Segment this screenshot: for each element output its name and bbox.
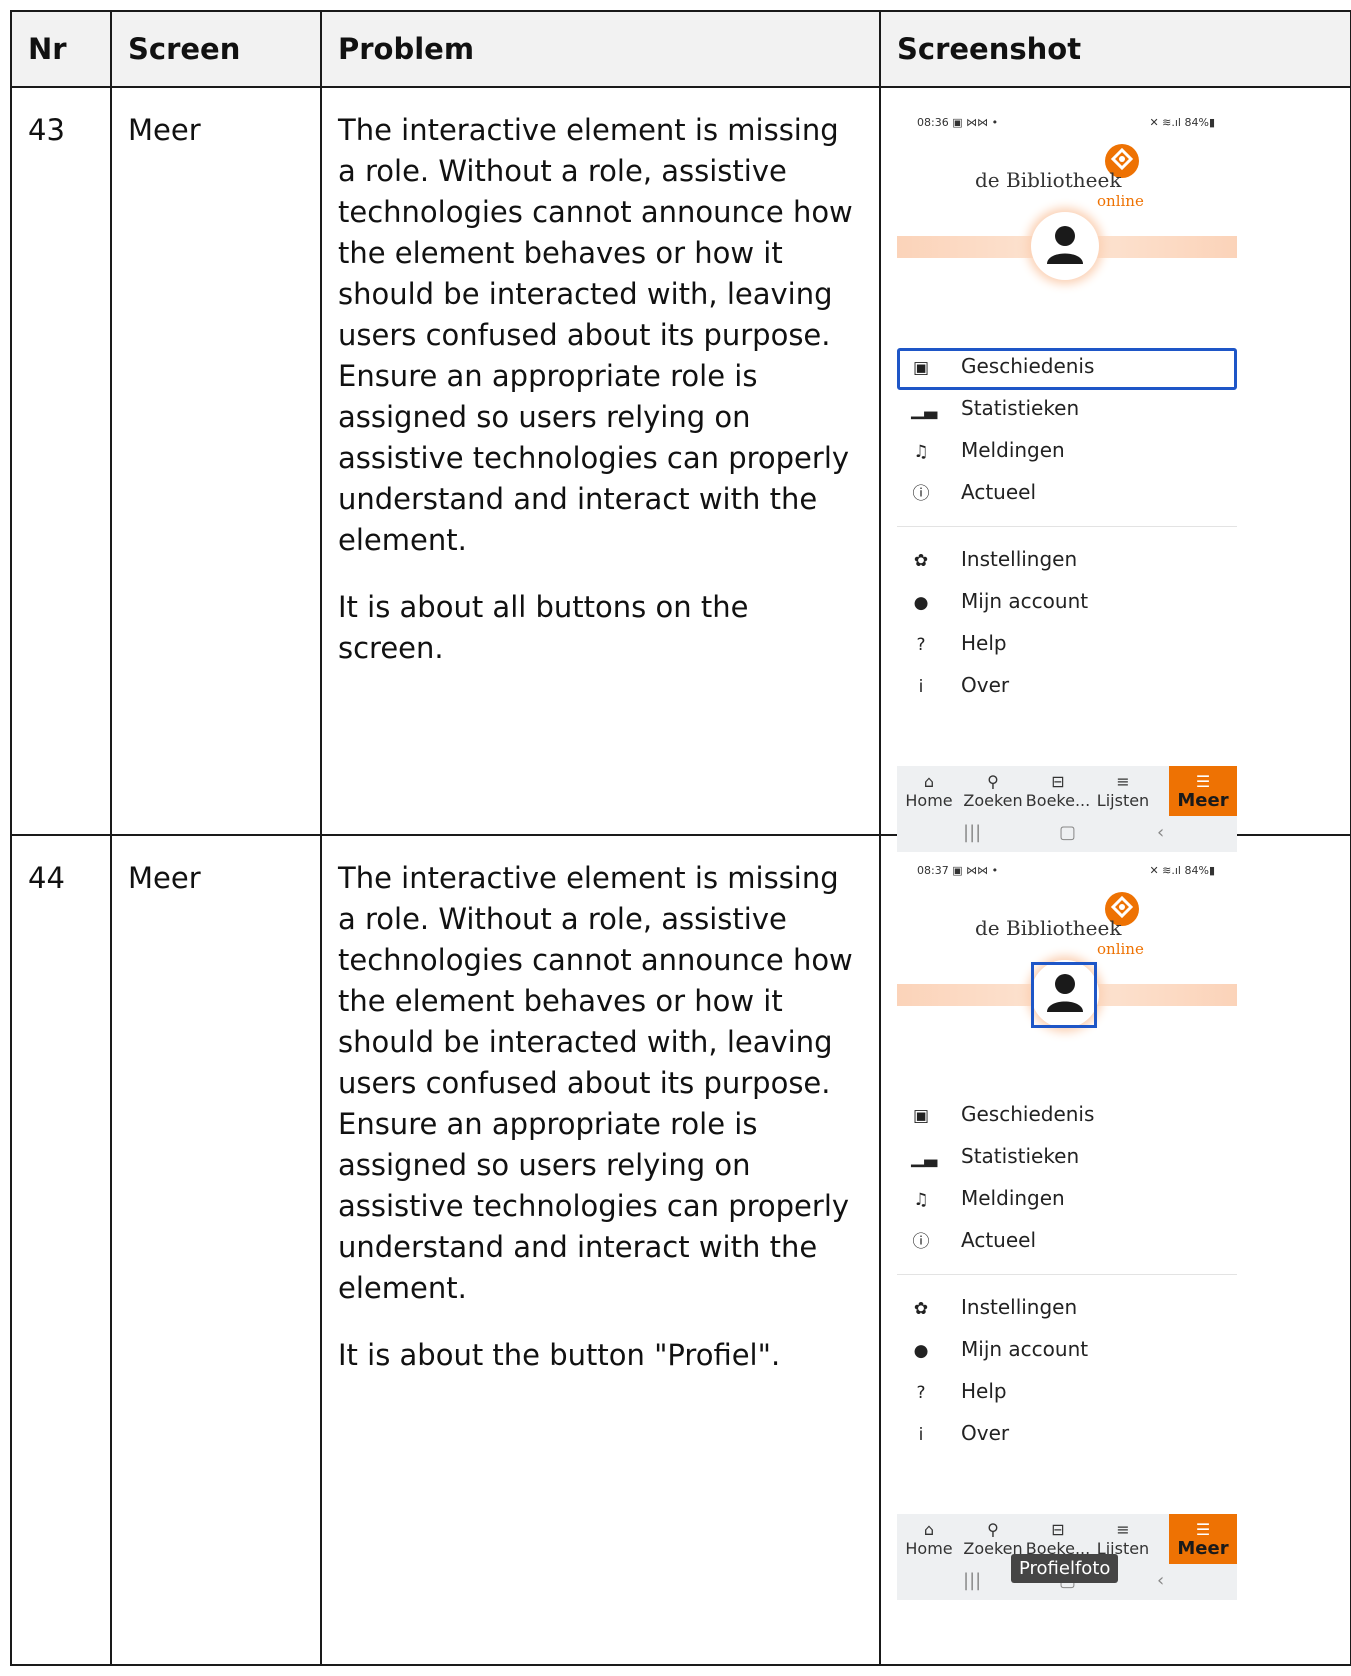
menu-item-statistieken[interactable]: ▁▃ Statistieken bbox=[897, 390, 1237, 432]
list-icon: ≡ bbox=[1116, 1520, 1130, 1539]
status-icons: ✕ ≋.ıl 84%▮ bbox=[1149, 116, 1215, 129]
issues-table: Nr Screen Problem Screenshot 43 Meer The… bbox=[10, 10, 1351, 1666]
bar-chart-icon: ▁▃ bbox=[911, 400, 938, 420]
search-icon: ⚲ bbox=[987, 1520, 999, 1539]
search-icon: ⚲ bbox=[987, 772, 999, 791]
help-icon: ? bbox=[916, 635, 926, 655]
cell-nr: 43 bbox=[10, 86, 112, 836]
gear-icon: ✿ bbox=[913, 1299, 929, 1319]
col-header-screen: Screen bbox=[110, 10, 322, 88]
more-menu: ▣ Geschiedenis ▁▃ Statistieken ♫ Meldingen … bbox=[897, 348, 1237, 709]
tab-home[interactable]: ⌂ Home bbox=[897, 1514, 961, 1564]
cell-screenshot: 08:37 ▣ ⋈⋈ • ✕ ≋.ıl 84%▮ de Bibliotheek … bbox=[879, 834, 1351, 1666]
info-icon: i bbox=[918, 1425, 924, 1445]
bell-icon: ♫ bbox=[913, 1190, 929, 1210]
book-icon: ⊟ bbox=[1051, 772, 1065, 791]
logo-text: de Bibliotheek bbox=[975, 168, 1122, 192]
home-icon: ⌂ bbox=[923, 1520, 935, 1539]
recent-apps-icon[interactable]: ||| bbox=[963, 1570, 981, 1591]
avatar-icon bbox=[1047, 226, 1083, 264]
user-icon: ● bbox=[913, 593, 929, 613]
status-time: 08:36 ▣ ⋈⋈ • bbox=[917, 116, 999, 129]
menu-icon: ☰ bbox=[1195, 772, 1211, 791]
menu-icon: ☰ bbox=[1195, 1520, 1211, 1539]
status-bar: 08:37 ▣ ⋈⋈ • ✕ ≋.ıl 84%▮ bbox=[897, 862, 1237, 878]
menu-item-geschiedenis[interactable]: ▣ Geschiedenis bbox=[897, 1096, 1237, 1138]
user-icon: ● bbox=[913, 1341, 929, 1361]
bottom-tab-bar: ⌂ Home ⚲ Zoeken ⊟ Boeke... ≡ Lijsten ☰ Meer bbox=[897, 766, 1237, 816]
bell-icon: ♫ bbox=[913, 442, 929, 462]
list-icon: ≡ bbox=[1116, 772, 1130, 791]
col-header-screenshot: Screenshot bbox=[879, 10, 1351, 88]
alert-circle-icon: ⓘ bbox=[912, 1232, 930, 1252]
bar-chart-icon: ▁▃ bbox=[911, 1148, 938, 1168]
bibliotheek-logo: de Bibliotheek online bbox=[975, 890, 1175, 960]
info-icon: i bbox=[918, 677, 924, 697]
logo-subtext: online bbox=[1097, 192, 1144, 210]
alert-circle-icon: ⓘ bbox=[912, 484, 930, 504]
cell-screen: Meer bbox=[110, 86, 322, 836]
problem-text: The interactive element is missing a rol… bbox=[338, 113, 853, 557]
help-icon: ? bbox=[916, 1383, 926, 1403]
menu-item-over[interactable]: i Over bbox=[897, 667, 1237, 709]
more-menu: ▣ Geschiedenis ▁▃ Statistieken ♫ Meldingen … bbox=[897, 1096, 1237, 1457]
table-row: 43 Meer The interactive element is missi… bbox=[10, 86, 1351, 852]
cell-problem: The interactive element is missing a rol… bbox=[320, 834, 881, 1666]
logo-subtext: online bbox=[1097, 940, 1144, 958]
tab-meer[interactable]: ☰ Meer bbox=[1169, 1514, 1237, 1564]
table-row: 44 Meer The interactive element is missi… bbox=[10, 834, 1351, 1666]
problem-note: It is about the button "Profiel". bbox=[338, 1338, 781, 1372]
menu-item-meldingen[interactable]: ♫ Meldingen bbox=[897, 432, 1237, 474]
gear-icon: ✿ bbox=[913, 551, 929, 571]
menu-item-statistieken[interactable]: ▁▃ Statistieken bbox=[897, 1138, 1237, 1180]
home-icon: ⌂ bbox=[923, 772, 935, 791]
problem-note: It is about all buttons on the screen. bbox=[338, 590, 749, 665]
tab-home[interactable]: ⌂ Home bbox=[897, 766, 961, 816]
tab-lijsten[interactable]: ≡ Lijsten bbox=[1091, 766, 1155, 816]
problem-text: The interactive element is missing a rol… bbox=[338, 861, 853, 1305]
back-icon[interactable]: ‹ bbox=[1157, 1570, 1164, 1591]
tooltip: Profielfoto bbox=[1011, 1554, 1119, 1583]
tab-meer[interactable]: ☰ Meer bbox=[1169, 766, 1237, 816]
menu-item-help[interactable]: ? Help bbox=[897, 1373, 1237, 1415]
menu-item-geschiedenis[interactable]: ▣ Geschiedenis bbox=[897, 348, 1237, 390]
status-time: 08:37 ▣ ⋈⋈ • bbox=[917, 864, 999, 877]
history-icon: ▣ bbox=[912, 358, 930, 378]
table-header-row: Nr Screen Problem Screenshot bbox=[10, 10, 1351, 88]
col-header-nr: Nr bbox=[10, 10, 112, 88]
menu-item-instellingen[interactable]: ✿ Instellingen bbox=[897, 1289, 1237, 1331]
logo-text: de Bibliotheek bbox=[975, 916, 1122, 940]
menu-item-over[interactable]: i Over bbox=[897, 1415, 1237, 1457]
cell-problem: The interactive element is missing a rol… bbox=[320, 86, 881, 836]
menu-item-meldingen[interactable]: ♫ Meldingen bbox=[897, 1180, 1237, 1222]
phone-screenshot: 08:36 ▣ ⋈⋈ • ✕ ≋.ıl 84%▮ de Bibliotheek … bbox=[897, 114, 1237, 852]
menu-item-actueel[interactable]: ⓘ Actueel bbox=[897, 1222, 1237, 1264]
tab-boeken[interactable]: ⊟ Boeke... bbox=[1025, 766, 1091, 816]
menu-divider bbox=[897, 526, 1237, 527]
status-icons: ✕ ≋.ıl 84%▮ bbox=[1149, 864, 1215, 877]
col-header-problem: Problem bbox=[320, 10, 881, 88]
menu-item-instellingen[interactable]: ✿ Instellingen bbox=[897, 541, 1237, 583]
menu-item-actueel[interactable]: ⓘ Actueel bbox=[897, 474, 1237, 516]
bibliotheek-logo: de Bibliotheek online bbox=[975, 142, 1175, 212]
focus-indicator bbox=[1031, 962, 1097, 1028]
status-bar: 08:36 ▣ ⋈⋈ • ✕ ≋.ıl 84%▮ bbox=[897, 114, 1237, 130]
menu-item-mijn-account[interactable]: ● Mijn account bbox=[897, 583, 1237, 625]
cell-screen: Meer bbox=[110, 834, 322, 1666]
book-icon: ⊟ bbox=[1051, 1520, 1065, 1539]
menu-divider bbox=[897, 1274, 1237, 1275]
phone-screenshot: 08:37 ▣ ⋈⋈ • ✕ ≋.ıl 84%▮ de Bibliotheek … bbox=[897, 862, 1237, 1600]
menu-item-help[interactable]: ? Help bbox=[897, 625, 1237, 667]
tab-zoeken[interactable]: ⚲ Zoeken bbox=[961, 766, 1025, 816]
cell-nr: 44 bbox=[10, 834, 112, 1666]
history-icon: ▣ bbox=[912, 1106, 930, 1126]
cell-screenshot: 08:36 ▣ ⋈⋈ • ✕ ≋.ıl 84%▮ de Bibliotheek … bbox=[879, 86, 1351, 852]
profile-button[interactable] bbox=[1031, 212, 1099, 280]
menu-item-mijn-account[interactable]: ● Mijn account bbox=[897, 1331, 1237, 1373]
